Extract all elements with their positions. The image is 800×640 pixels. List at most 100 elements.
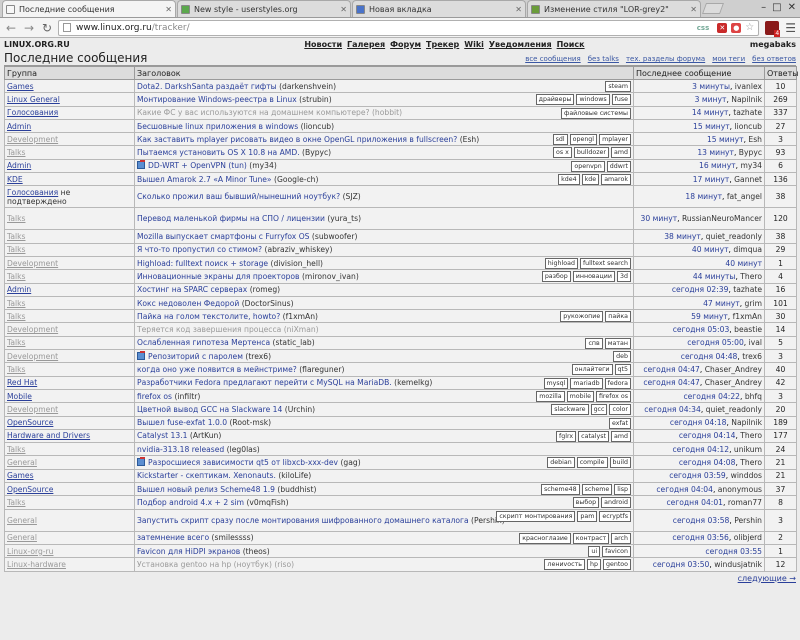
topic-link[interactable]: Catalyst 13.1 xyxy=(137,431,187,440)
group-link[interactable]: Development xyxy=(7,259,58,268)
tag[interactable]: amarok xyxy=(601,174,631,185)
tag[interactable]: bulldozer xyxy=(573,147,609,159)
topic-link[interactable]: Вышел Amarok 2.7 «A Minor Tune» xyxy=(137,175,272,184)
last-message-time[interactable]: сегодня 04:22 xyxy=(683,392,740,401)
topic-author[interactable]: (gag) xyxy=(340,458,360,467)
group-link[interactable]: Red Hat xyxy=(7,378,37,387)
minimize-icon[interactable]: – xyxy=(761,2,766,13)
nav-link[interactable]: Форум xyxy=(390,40,421,49)
last-message-time[interactable]: сегодня 03:56 xyxy=(672,533,729,542)
abp-icon[interactable]: ● xyxy=(731,22,742,33)
tag[interactable]: color xyxy=(609,404,631,416)
last-message-time[interactable]: 47 минут xyxy=(703,299,740,308)
last-message-time[interactable]: 13 минут xyxy=(697,148,734,157)
topic-author[interactable]: (static_lab) xyxy=(273,338,315,347)
group-link[interactable]: Hardware and Drivers xyxy=(7,431,90,440)
group-link[interactable]: Development xyxy=(7,325,58,334)
nav-link[interactable]: Wiki xyxy=(464,40,484,49)
tag[interactable]: sdl xyxy=(552,134,568,145)
group-link[interactable]: Linux General xyxy=(7,95,60,104)
last-message-time[interactable]: 3 минуты xyxy=(692,82,730,91)
topic-author[interactable]: (my34) xyxy=(249,161,276,170)
tag[interactable]: gentoo xyxy=(602,559,631,570)
group-link[interactable]: KDE xyxy=(7,175,23,184)
group-link[interactable]: OpenSource xyxy=(7,485,53,494)
last-message-time[interactable]: 40 минут xyxy=(725,259,762,268)
topic-link[interactable]: Репозиторий с паролем xyxy=(148,352,243,361)
address-bar[interactable]: www.linux.org.ru /tracker/ css ✕ ● ☆ xyxy=(58,19,760,36)
tab-close-icon[interactable]: ✕ xyxy=(165,5,172,14)
group-link[interactable]: General xyxy=(7,458,37,467)
topic-link[interactable]: Бесшовные linux приложения в windows xyxy=(137,122,298,131)
reload-icon[interactable]: ↻ xyxy=(40,21,54,35)
group-link[interactable]: Голосования xyxy=(7,108,58,117)
last-message-time[interactable]: сегодня 04:18 xyxy=(670,418,727,427)
tag[interactable]: mysql xyxy=(543,377,569,389)
tag[interactable]: hp xyxy=(586,559,601,570)
topic-author[interactable]: (infiltr) xyxy=(174,392,200,401)
tag[interactable]: windows xyxy=(576,94,610,106)
extension-icon[interactable]: 4 xyxy=(765,20,781,37)
last-message-time[interactable]: 15 минут xyxy=(707,135,744,144)
last-message-time[interactable]: сегодня 02:39 xyxy=(672,285,729,294)
tab-close-icon[interactable]: ✕ xyxy=(515,5,522,14)
group-link[interactable]: Talks xyxy=(7,232,26,241)
topic-link[interactable]: когда оно уже появится в мейнстриме? xyxy=(137,365,297,374)
tag[interactable]: mobile xyxy=(566,390,594,402)
topic-author[interactable]: (division_hell) xyxy=(271,259,324,268)
tag[interactable]: спв xyxy=(585,337,603,349)
tag[interactable]: highload xyxy=(544,257,578,269)
tag[interactable]: catalyst xyxy=(578,430,609,442)
last-message-time[interactable]: сегодня 04:34 xyxy=(644,405,701,414)
topic-link[interactable]: Пайка на голом текстолите, howto? xyxy=(137,312,280,321)
topic-link[interactable]: Кокс недоволен Федорой xyxy=(137,299,239,308)
topic-link[interactable]: Вышел новый релиз Scheme48 1.9 xyxy=(137,485,275,494)
group-link[interactable]: Talks xyxy=(7,245,26,254)
topic-link[interactable]: firefox os xyxy=(137,392,172,401)
tag[interactable]: mplayer xyxy=(599,134,631,145)
tag[interactable]: ddwrt xyxy=(606,160,631,172)
group-link[interactable]: Talks xyxy=(7,299,26,308)
css-badge[interactable]: css xyxy=(697,24,709,32)
last-message-time[interactable]: сегодня 04:12 xyxy=(672,445,729,454)
tag[interactable]: 3d xyxy=(616,271,631,283)
last-message-time[interactable]: 59 минут xyxy=(691,312,728,321)
browser-tab[interactable]: New style - userstyles.org ✕ xyxy=(177,0,351,17)
group-link[interactable]: Development xyxy=(7,352,58,361)
tag[interactable]: файловые системы xyxy=(560,107,631,119)
maximize-icon[interactable]: □ xyxy=(772,2,781,13)
tab-close-icon[interactable]: ✕ xyxy=(690,5,697,14)
group-link[interactable]: OpenSource xyxy=(7,418,53,427)
topic-author[interactable]: (riso) xyxy=(274,560,294,569)
tag[interactable]: opengl xyxy=(569,134,598,145)
tag[interactable]: openvpn xyxy=(571,160,605,172)
topic-link[interactable]: Вышел fuse-exfat 1.0.0 xyxy=(137,418,227,427)
group-link[interactable]: Development xyxy=(7,135,58,144)
topic-author[interactable]: (buddhist) xyxy=(277,485,316,494)
group-link[interactable]: Linux-hardware xyxy=(7,560,66,569)
group-link[interactable]: Admin xyxy=(7,122,31,131)
user-name[interactable]: megabaks xyxy=(750,40,796,49)
filter-link[interactable]: мои теги xyxy=(712,55,745,63)
nav-link[interactable]: Уведомления xyxy=(489,40,552,49)
topic-link[interactable]: Разработчики Fedora предлагают перейти с… xyxy=(137,378,392,387)
last-message-time[interactable]: сегодня 04:47 xyxy=(643,378,700,387)
topic-author[interactable]: (mironov_ivan) xyxy=(302,272,359,281)
tag[interactable]: mariadb xyxy=(570,377,603,389)
nav-link[interactable]: Галерея xyxy=(347,40,385,49)
last-message-time[interactable]: сегодня 04:08 xyxy=(679,458,736,467)
topic-author[interactable]: (leg0las) xyxy=(227,445,260,454)
topic-link[interactable]: Favicon для HiDPI экранов xyxy=(137,547,240,556)
tag[interactable]: gcc xyxy=(590,404,608,416)
topic-author[interactable]: (Esh) xyxy=(460,135,480,144)
tag[interactable]: lisp xyxy=(614,484,631,495)
topic-author[interactable]: (lioncub) xyxy=(301,122,334,131)
group-link[interactable]: Mobile xyxy=(7,392,32,401)
last-message-time[interactable]: сегодня 03:59 xyxy=(669,471,726,480)
filter-link[interactable]: без talks xyxy=(588,55,619,63)
tag[interactable]: android xyxy=(601,497,631,509)
last-message-time[interactable]: 30 минут xyxy=(641,214,678,223)
tag[interactable]: контраст xyxy=(572,532,610,544)
group-link[interactable]: Development xyxy=(7,405,58,414)
last-message-time[interactable]: сегодня 03:50 xyxy=(653,560,710,569)
